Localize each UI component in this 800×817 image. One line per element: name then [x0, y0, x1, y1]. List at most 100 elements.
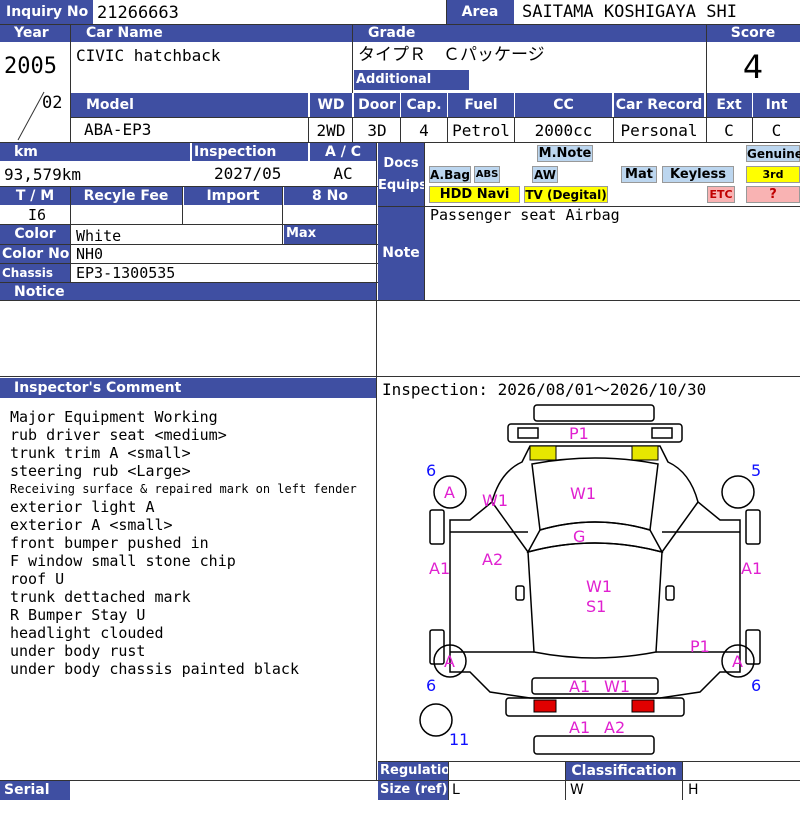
- additional-grade-label: Additional Grade: [354, 70, 469, 107]
- model-value: ABA-EP3: [84, 121, 152, 139]
- mark-a1-left: A1: [429, 559, 451, 578]
- grid-line: [0, 224, 378, 225]
- fuel-label: Fuel: [448, 93, 514, 117]
- max-payload-label: Max Payload: [284, 225, 376, 259]
- color-no-label: Color No: [0, 245, 70, 263]
- wheel-front-right: [721, 475, 755, 509]
- grid-line: [706, 24, 707, 142]
- car-name-value: CIVIC hatchback: [76, 47, 221, 65]
- color-value: White: [76, 227, 122, 245]
- grid-line: [0, 24, 800, 25]
- mark-w1-roof: W1: [586, 577, 612, 596]
- regulation-label: Regulation: [378, 762, 460, 780]
- mark-6-bottom-left: 6: [426, 676, 437, 695]
- mark-a2: A2: [482, 550, 504, 569]
- mark-w1-hood: W1: [570, 484, 596, 503]
- mark-a1-right: A1: [741, 559, 763, 578]
- grid-line: [0, 282, 378, 283]
- mark-w1-rear: W1: [604, 677, 630, 696]
- comment-line: trunk dettached mark: [10, 588, 191, 606]
- grid-line: [282, 186, 283, 244]
- grid-line: [514, 117, 515, 142]
- mark-11: 11: [449, 730, 470, 749]
- tv-badge: TV (Degital): [524, 186, 608, 203]
- grid-line: [376, 142, 377, 780]
- inspectors-comment-label: Inspector's Comment: [0, 378, 376, 398]
- door-label: Door: [354, 93, 400, 117]
- year-divider: [17, 91, 45, 141]
- front-bumper: [507, 423, 683, 443]
- grade-label: Grade: [352, 24, 706, 42]
- etc-badge: ETC: [707, 186, 735, 203]
- mark-5-top-right: 5: [751, 461, 762, 480]
- grid-line: [378, 761, 800, 762]
- mark-a1-rear: A1: [569, 677, 591, 696]
- comment-line: under body rust: [10, 642, 146, 660]
- comment-line: exterior light A: [10, 498, 155, 516]
- mark-6-top-left: 6: [426, 461, 437, 480]
- spare-tire: [419, 703, 453, 737]
- tm-label: T / M: [0, 187, 70, 205]
- mark-a-rear-right: A: [732, 652, 743, 671]
- question-badge: ?: [746, 186, 800, 203]
- comment-line: front bumper pushed in: [10, 534, 209, 552]
- grid-line: [0, 376, 800, 377]
- rear-bumper-top: [531, 677, 659, 695]
- comment-line: Major Equipment Working: [10, 408, 218, 426]
- headlight-left: [529, 445, 557, 461]
- mat-badge: Mat: [621, 166, 657, 183]
- serial-no-label: Serial No: [0, 781, 70, 816]
- score-value: 4: [742, 48, 764, 86]
- comment-line: R Bumper Stay U: [10, 606, 146, 624]
- grid-line: [0, 186, 378, 187]
- mark-6-bottom-right: 6: [751, 676, 762, 695]
- comment-line: rub driver seat <medium>: [10, 426, 227, 444]
- note-value: Passenger seat Airbag: [430, 206, 620, 224]
- recycle-fee-label: Recyle Fee: [70, 187, 182, 205]
- chassis-no-label: Chassis No: [0, 264, 70, 298]
- size-l-label: L: [452, 782, 460, 798]
- genuine-badge: Genuine: [746, 145, 800, 162]
- area-value: SAITAMA KOSHIGAYA SHI: [522, 2, 737, 22]
- grid-line: [682, 761, 683, 800]
- grid-line: [352, 24, 353, 93]
- grid-line: [0, 780, 800, 781]
- mark-s1: S1: [586, 597, 607, 616]
- km-label: km: [0, 143, 190, 161]
- score-label: Score: [706, 24, 800, 42]
- mark-p1-front: P1: [569, 424, 589, 443]
- m-note-badge: M.Note: [537, 145, 593, 162]
- color-label: Color: [0, 225, 70, 244]
- inspection-label: Inspection: [192, 143, 308, 161]
- grid-line: [308, 117, 309, 142]
- grade-value: タイプＲ Ｃパッケージ: [358, 45, 545, 65]
- int-value: C: [771, 122, 782, 140]
- area-label: Area: [446, 0, 514, 24]
- inquiry-no-value: 21266663: [97, 3, 179, 23]
- grid-line: [400, 117, 401, 142]
- mark-g: G: [573, 527, 586, 546]
- comment-line: roof U: [10, 570, 65, 588]
- grid-line: [70, 117, 800, 118]
- grid-line: [0, 263, 378, 264]
- grid-line: [424, 142, 425, 300]
- km-value: 93,579km: [4, 166, 82, 184]
- ext-label: Ext: [706, 93, 752, 117]
- classification-label: Classification: [566, 762, 682, 780]
- inspection-period: Inspection: 2026/08/01～2026/10/30: [382, 380, 707, 399]
- mark-a-rear-left: A: [444, 652, 455, 671]
- wd-label: WD: [310, 93, 352, 117]
- cc-label: CC: [515, 93, 612, 117]
- grid-line: [446, 0, 447, 24]
- grid-line: [378, 206, 800, 207]
- tm-value: I6: [28, 206, 47, 224]
- eight-no-label: 8 No: [284, 187, 376, 205]
- cap-value: 4: [419, 122, 429, 140]
- mark-a1-bumper: A1: [569, 718, 591, 737]
- mark-a-front-left: A: [444, 483, 455, 502]
- car-record-value: Personal: [620, 122, 698, 140]
- mark-a2-bumper: A2: [604, 718, 626, 737]
- headlight-right: [631, 445, 659, 461]
- a-bag-badge: A.Bag: [429, 166, 471, 183]
- comment-line: exterior A <small>: [10, 516, 173, 534]
